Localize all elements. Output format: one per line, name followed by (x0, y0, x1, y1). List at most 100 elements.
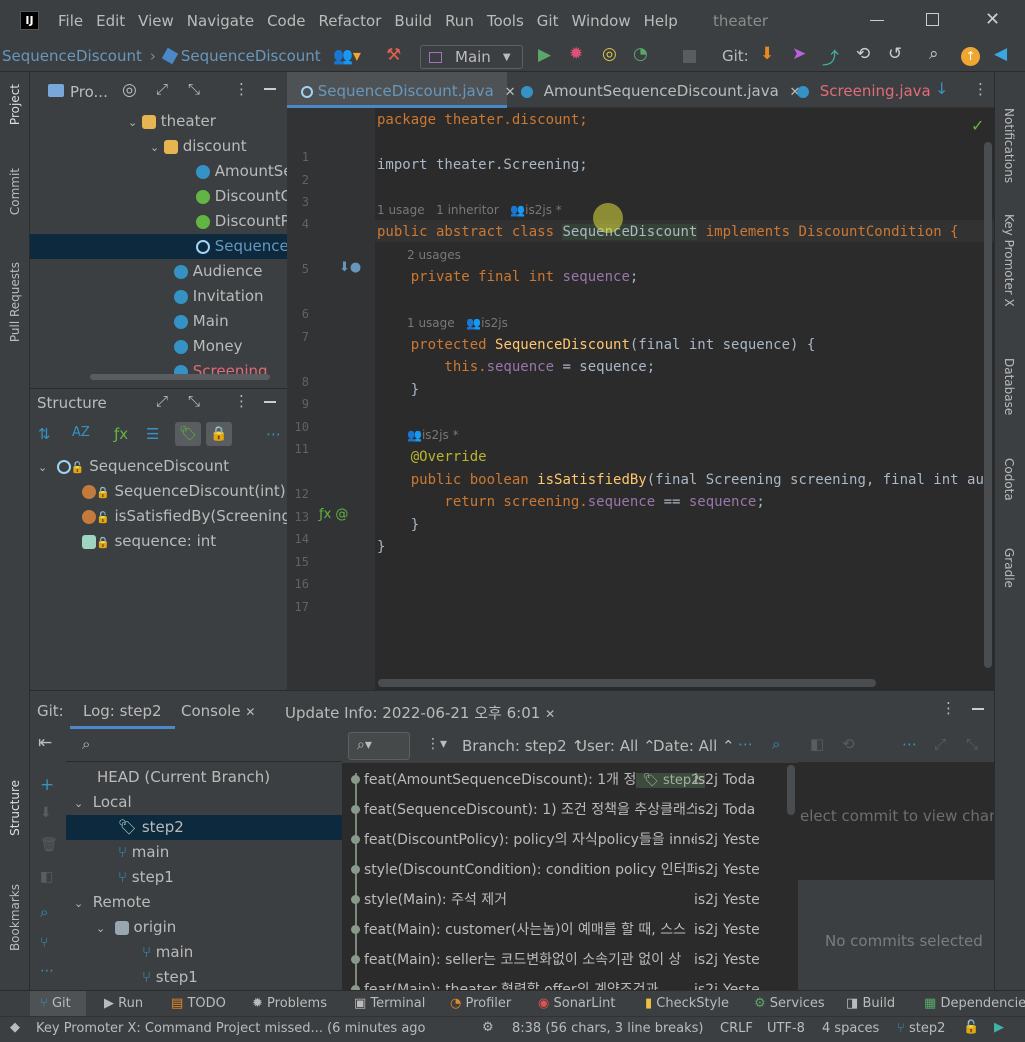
menu-git[interactable]: Git (537, 12, 559, 30)
options-icon[interactable]: ⋮ (973, 80, 988, 98)
branch-head[interactable]: HEAD (Current Branch) (97, 765, 270, 790)
commit-row[interactable]: feat(Main): customer(사는놈)이 예매를 할 때, 스스 is… (342, 915, 772, 945)
commit-row[interactable]: feat(SequenceDiscount): 1) 조건 정책을 추상클래스 i… (342, 795, 772, 825)
author-hint[interactable]: 👥is2js * (407, 428, 459, 442)
tab-log[interactable]: Log: step2 (70, 691, 175, 729)
menu-refactor[interactable]: Refactor (318, 12, 381, 30)
code-line-10[interactable]: } (377, 382, 419, 398)
ai-assistant-icon[interactable]: ▶ (994, 1020, 1004, 1035)
collapse-all-icon[interactable]: ⤡ (188, 80, 200, 98)
code-line-16[interactable]: } (377, 539, 385, 555)
commit-row[interactable]: feat(AmountSequenceDiscount): 1개 정 🏷 step… (342, 765, 772, 795)
structure-class[interactable]: ⌄ 🔓 SequenceDiscount (38, 454, 229, 479)
caret-position[interactable]: 8:38 (56 chars, 3 line breaks) (512, 1021, 703, 1036)
code-line-12[interactable]: @Override (377, 449, 487, 465)
tool-git[interactable]: ⑂ Git (40, 996, 71, 1011)
maximize-icon[interactable] (926, 13, 939, 26)
menu-run[interactable]: Run (445, 12, 474, 30)
code-line-15[interactable]: } (377, 517, 419, 533)
notifications-tool-button[interactable]: Notifications (1002, 108, 1016, 183)
indent-setting[interactable]: 4 spaces (822, 1021, 879, 1036)
status-message[interactable]: Key Promoter X: Command Project missed..… (36, 1021, 426, 1036)
tool-build[interactable]: ◨ Build (846, 996, 895, 1011)
tool-dependencies[interactable]: ▦ Dependencie (924, 996, 1025, 1011)
git-update-icon[interactable]: ⬇ (760, 44, 774, 64)
bookmarks-tool-button[interactable]: Bookmarks (8, 884, 22, 951)
sort-by-visibility-icon[interactable]: ⇅ (38, 425, 51, 443)
implemented-gutter-icon[interactable]: ⬇● (339, 260, 361, 275)
update-available-icon[interactable]: ↑ (961, 47, 980, 66)
options-icon[interactable]: ⋮ (234, 80, 249, 98)
commit-row[interactable]: style(Main): 주석 제거 is2j Yeste (342, 885, 772, 915)
menu-file[interactable]: File (58, 12, 83, 30)
tool-run[interactable]: ▶ Run (104, 996, 143, 1011)
minimize-icon[interactable] (870, 20, 884, 21)
usage-hint[interactable]: 1 usage 1 inheritor 👥is2js * (377, 203, 562, 217)
tool-todo[interactable]: ▤ TODO (171, 996, 226, 1011)
add-icon[interactable]: + (40, 775, 54, 795)
tree-item-amount[interactable]: AmountSe (196, 159, 292, 184)
code-line-13[interactable]: public boolean isSatisfiedBy(final Scree… (377, 472, 992, 488)
gradle-tool-button[interactable]: Gradle (1002, 548, 1016, 588)
tree-item-audience[interactable]: Audience (174, 259, 262, 284)
tab-sequence-discount[interactable]: SequenceDiscount.java ✕ (287, 72, 516, 108)
history-icon[interactable]: ⟲ (842, 735, 855, 753)
search-icon[interactable]: ⌕ (929, 44, 939, 64)
menu-code[interactable]: Code (267, 12, 305, 30)
log-search-input[interactable]: ⌕▾ (348, 732, 410, 760)
menu-edit[interactable]: Edit (96, 12, 125, 30)
branch-step1[interactable]: ⑂ step1 (118, 865, 174, 890)
collapse-left-icon[interactable]: ⇤ (38, 733, 52, 753)
commit-tool-button[interactable]: Commit (8, 168, 22, 215)
collapse-all-icon[interactable]: ⤡ (188, 392, 200, 410)
branch-filter[interactable]: Branch: step2 ⌃ (462, 737, 584, 755)
status-indicator-icon[interactable]: ◆ (10, 1020, 20, 1035)
sort-alphabetically-icon[interactable]: AZ (72, 425, 90, 440)
tree-item-discount[interactable]: ⌄ discount (150, 134, 247, 159)
tool-services[interactable]: ⚙ Services (754, 996, 825, 1011)
tool-checkstyle[interactable]: ▮ CheckStyle (645, 996, 729, 1011)
show-hidden-tabs-icon[interactable]: ↓ (935, 79, 948, 98)
tool-problems[interactable]: ✹ Problems (252, 996, 327, 1011)
menu-window[interactable]: Window (571, 12, 630, 30)
usage-hint[interactable]: 2 usages (407, 248, 461, 262)
more-icon[interactable]: ⋯ (266, 425, 281, 443)
branch-graph-icon[interactable]: ⑂ (40, 935, 48, 951)
expand-all-icon[interactable]: ⤢ (156, 80, 168, 98)
show-inherited-icon[interactable]: 🏷 (175, 422, 201, 446)
overridden-gutter-icon[interactable]: ƒx @ (319, 507, 348, 522)
more-icon[interactable]: ⋯ (40, 963, 54, 979)
rollback-icon[interactable]: ↺ (888, 44, 902, 64)
expand-all-icon[interactable]: ⤢ (156, 392, 168, 410)
hide-icon[interactable] (264, 401, 276, 403)
delete-icon[interactable]: 🗑 (40, 837, 58, 853)
branch-origin-main[interactable]: ⑂ main (142, 940, 193, 965)
git-branch-status[interactable]: ⑂ step2 (897, 1021, 945, 1036)
tree-item-main[interactable]: Main (174, 309, 229, 334)
run-config-select[interactable]: Main ▼ (420, 45, 523, 69)
branch-step2-selected[interactable]: 🏷 step2 (66, 815, 342, 840)
close-tab-icon[interactable]: ✕ (545, 707, 555, 721)
tool-sonarlint[interactable]: ◉ SonarLint (538, 996, 615, 1011)
more-icon[interactable]: ⋯ (738, 735, 753, 753)
collapse-all-icon[interactable]: ⤡ (966, 735, 978, 753)
git-commit-icon[interactable]: ➤ (792, 44, 806, 64)
codota-tool-button[interactable]: Codota (1002, 458, 1016, 501)
menu-help[interactable]: Help (644, 12, 678, 30)
no-problems-icon[interactable]: ✓ (971, 116, 984, 135)
code-line-9[interactable]: this.sequence = sequence; (377, 359, 655, 375)
branch-origin[interactable]: ⌄ origin (96, 915, 176, 940)
tree-item-discount-policy[interactable]: DiscountP (196, 209, 290, 234)
file-encoding[interactable]: UTF-8 (767, 1021, 805, 1036)
coverage-icon[interactable]: ◎ (602, 44, 617, 64)
commit-row[interactable]: feat(DiscountPolicy): policy의 자식policy들을… (342, 825, 772, 855)
branch-origin-step1[interactable]: ⑂ step1 (142, 965, 198, 990)
commit-row[interactable]: feat(Main): theater 협력할 offer의 계약조건과 is2j… (342, 975, 772, 991)
code-line-1[interactable]: package theater.discount; (377, 112, 588, 128)
horizontal-scrollbar[interactable] (378, 679, 876, 687)
key-promoter-tool-button[interactable]: Key Promoter X (1002, 214, 1016, 307)
git-push-icon[interactable]: ⤴ (822, 44, 839, 69)
tab-screening[interactable]: Screening.java (791, 72, 931, 108)
locate-icon[interactable]: ◎ (122, 80, 137, 100)
more-icon[interactable]: ⋯ (902, 735, 917, 753)
